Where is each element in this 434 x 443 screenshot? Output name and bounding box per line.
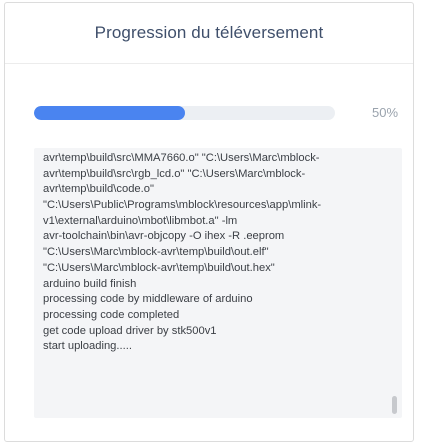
log-line: v1\external\arduino\mbot\libmbot.a" -lm xyxy=(43,214,238,227)
log-line: "C:\Users\Public\Programs\mblock\resourc… xyxy=(43,199,322,212)
log-line: avr\temp\build\code.o" xyxy=(43,183,154,196)
log-line: processing code by middleware of arduino xyxy=(43,293,253,306)
log-line: avr-toolchain\bin\avr-objcopy -O ihex -R… xyxy=(43,230,285,243)
dialog-title: Progression du téléversement xyxy=(94,23,324,42)
dialog-header: Progression du téléversement xyxy=(5,3,413,64)
progress-fill xyxy=(34,106,185,120)
log-line: get code upload driver by stk500v1 xyxy=(43,324,217,337)
log-lines: avr\temp\build\src\MMA7660.o" "C:\Users\… xyxy=(43,151,388,355)
log-line: avr\temp\build\src\MMA7660.o" "C:\Users\… xyxy=(43,152,320,164)
log-scrollbar[interactable] xyxy=(392,396,397,414)
log-line: avr\temp\build\src\rgb_lcd.o" "C:\Users\… xyxy=(43,167,306,180)
log-line: start uploading..... xyxy=(43,340,132,353)
progress-row: 50% xyxy=(34,104,413,122)
upload-log[interactable]: avr\temp\build\src\MMA7660.o" "C:\Users\… xyxy=(34,148,402,418)
progress-percent: 50% xyxy=(372,105,399,120)
log-line: "C:\Users\Marc\mblock-avr\temp\build\out… xyxy=(43,246,269,259)
upload-progress-dialog: Progression du téléversement 50% avr\tem… xyxy=(4,2,414,442)
log-line: "C:\Users\Marc\mblock-avr\temp\build\out… xyxy=(43,261,275,274)
log-line: arduino build finish xyxy=(43,277,137,290)
log-line: processing code completed xyxy=(43,308,180,321)
progress-track xyxy=(34,106,335,120)
